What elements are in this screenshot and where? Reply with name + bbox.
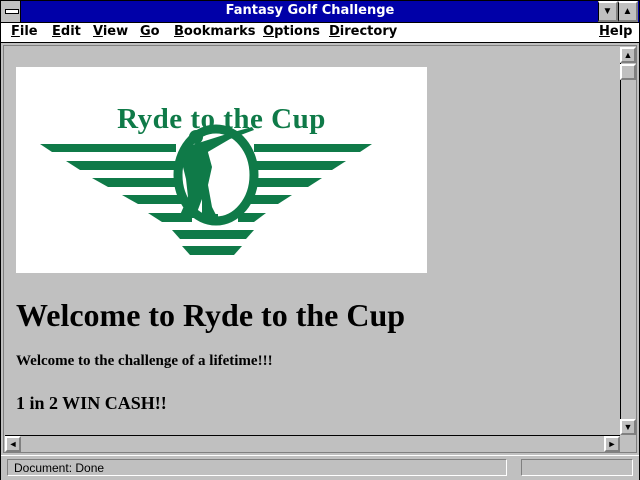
page-heading: Welcome to Ryde to the Cup bbox=[16, 297, 406, 333]
title-bar[interactable]: Fantasy Golf Challenge ▼ ▲ bbox=[1, 1, 639, 23]
document-viewport: Ryde to the Cup Welcome to Ryde to the C… bbox=[3, 45, 637, 453]
maximize-button[interactable]: ▲ bbox=[618, 1, 638, 22]
menu-options[interactable]: Options bbox=[263, 24, 320, 39]
progress-indicator bbox=[521, 459, 633, 476]
vertical-scrollbar[interactable]: ▲ ▼ bbox=[620, 47, 636, 435]
minimize-button[interactable]: ▼ bbox=[598, 1, 618, 22]
scrollbar-corner bbox=[620, 435, 636, 451]
status-bar: Document: Done bbox=[1, 455, 639, 480]
status-text: Document: Done bbox=[7, 459, 507, 476]
horizontal-scrollbar[interactable]: ◄ ► bbox=[5, 435, 620, 452]
system-menu-icon bbox=[5, 9, 19, 14]
scroll-down-button[interactable]: ▼ bbox=[620, 419, 636, 435]
system-menu-button[interactable] bbox=[1, 1, 21, 22]
menu-directory[interactable]: Directory bbox=[329, 24, 397, 39]
ryde-to-the-cup-logo: Ryde to the Cup bbox=[16, 67, 427, 273]
browser-window: Fantasy Golf Challenge ▼ ▲ File Edit Vie… bbox=[0, 0, 640, 480]
scroll-up-button[interactable]: ▲ bbox=[620, 47, 636, 63]
win-cash-paragraph: 1 in 2 WIN CASH!! bbox=[16, 393, 167, 413]
menu-help[interactable]: Help bbox=[599, 24, 632, 39]
menu-edit[interactable]: Edit bbox=[52, 24, 81, 39]
vertical-scroll-thumb[interactable] bbox=[620, 64, 636, 80]
menu-view[interactable]: View bbox=[93, 24, 128, 39]
window-title: Fantasy Golf Challenge bbox=[225, 3, 395, 18]
golfer-wings-emblem bbox=[40, 124, 372, 255]
menu-bar: File Edit View Go Bookmarks Options Dire… bbox=[1, 23, 639, 43]
welcome-paragraph: Welcome to the challenge of a lifetime!!… bbox=[16, 353, 273, 369]
page-content: Ryde to the Cup Welcome to Ryde to the C… bbox=[5, 47, 620, 435]
menu-go[interactable]: Go bbox=[140, 24, 160, 39]
scroll-left-button[interactable]: ◄ bbox=[5, 436, 21, 452]
scroll-right-button[interactable]: ► bbox=[604, 436, 620, 452]
menu-bookmarks[interactable]: Bookmarks bbox=[174, 24, 256, 39]
menu-file[interactable]: File bbox=[11, 24, 38, 39]
